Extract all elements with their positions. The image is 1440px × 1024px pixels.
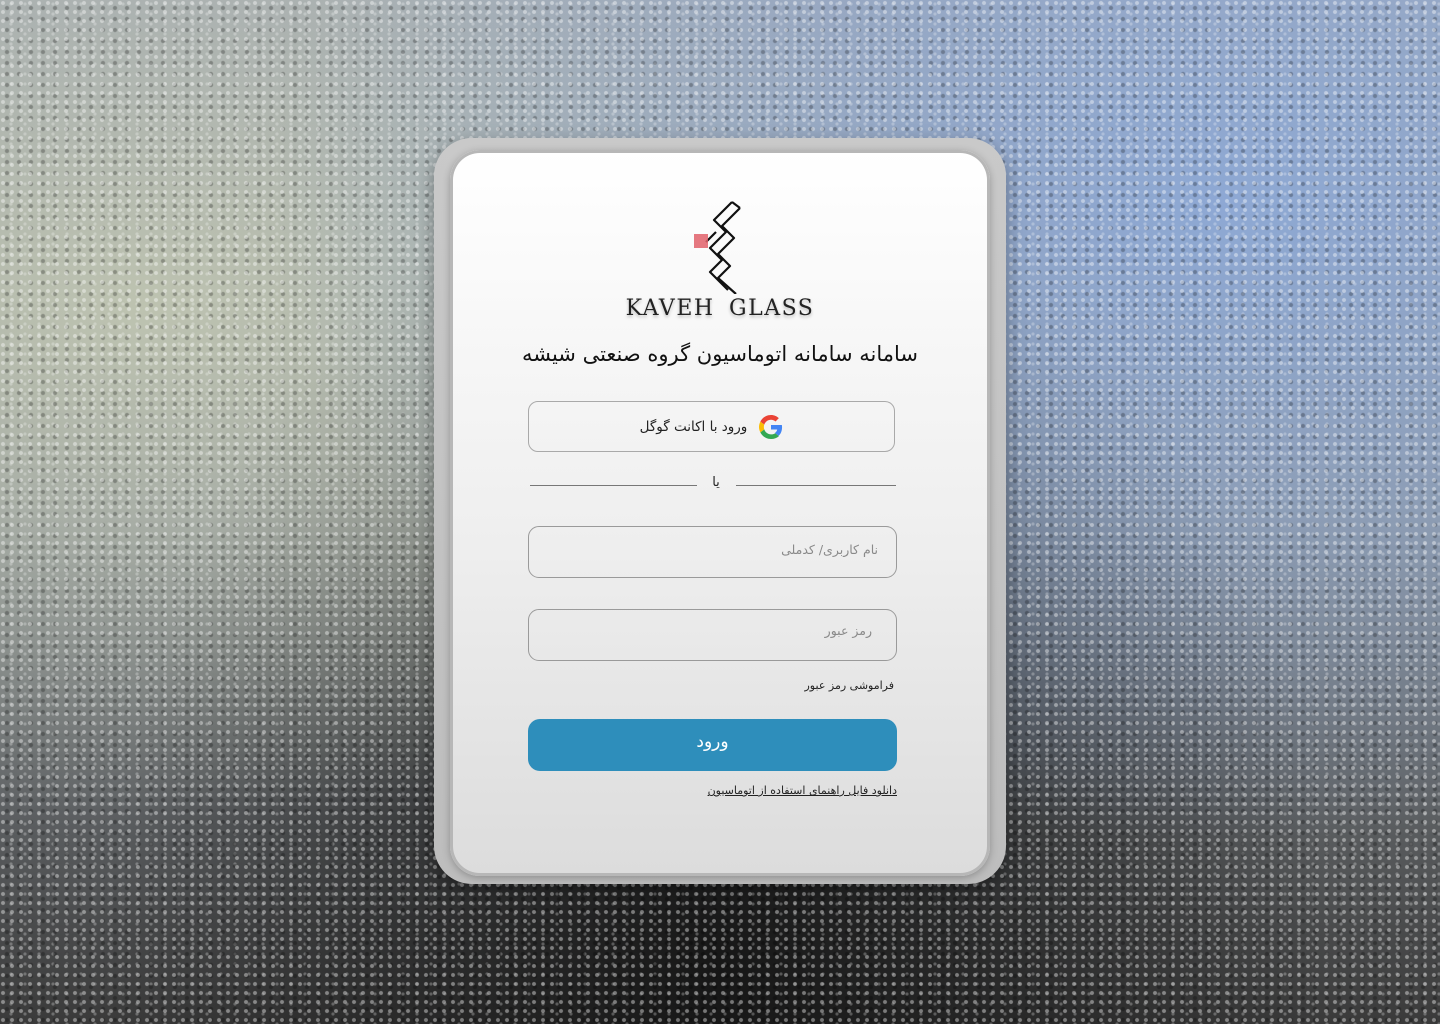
password-input[interactable]	[528, 609, 897, 661]
page-title: سامانه سامانه اتوماسیون گروه صنعتی شیشه	[521, 342, 919, 366]
google-login-label: ورود با اکانت گوگل	[639, 418, 748, 435]
google-login-button[interactable]: ورود با اکانت گوگل	[528, 401, 895, 452]
forgot-password-link[interactable]: فراموشی رمز عبور	[805, 679, 895, 692]
login-card-frame: KAVEH GLASS سامانه سامانه اتوماسیون گروه…	[434, 138, 1006, 884]
kaveh-glass-logo-icon	[694, 201, 741, 294]
login-button[interactable]: ورود	[528, 719, 897, 771]
google-icon	[759, 414, 783, 439]
username-input[interactable]	[528, 526, 897, 578]
brand-name: KAVEH GLASS	[625, 296, 815, 321]
divider-line-left	[530, 485, 697, 486]
divider-line-right	[736, 485, 896, 486]
divider-text: یا	[712, 475, 720, 490]
download-guide-link[interactable]: دانلود فایل راهنمای استفاده از اتوماسیون	[708, 784, 897, 797]
or-divider: یا	[530, 473, 896, 497]
login-card: KAVEH GLASS سامانه سامانه اتوماسیون گروه…	[450, 150, 990, 876]
